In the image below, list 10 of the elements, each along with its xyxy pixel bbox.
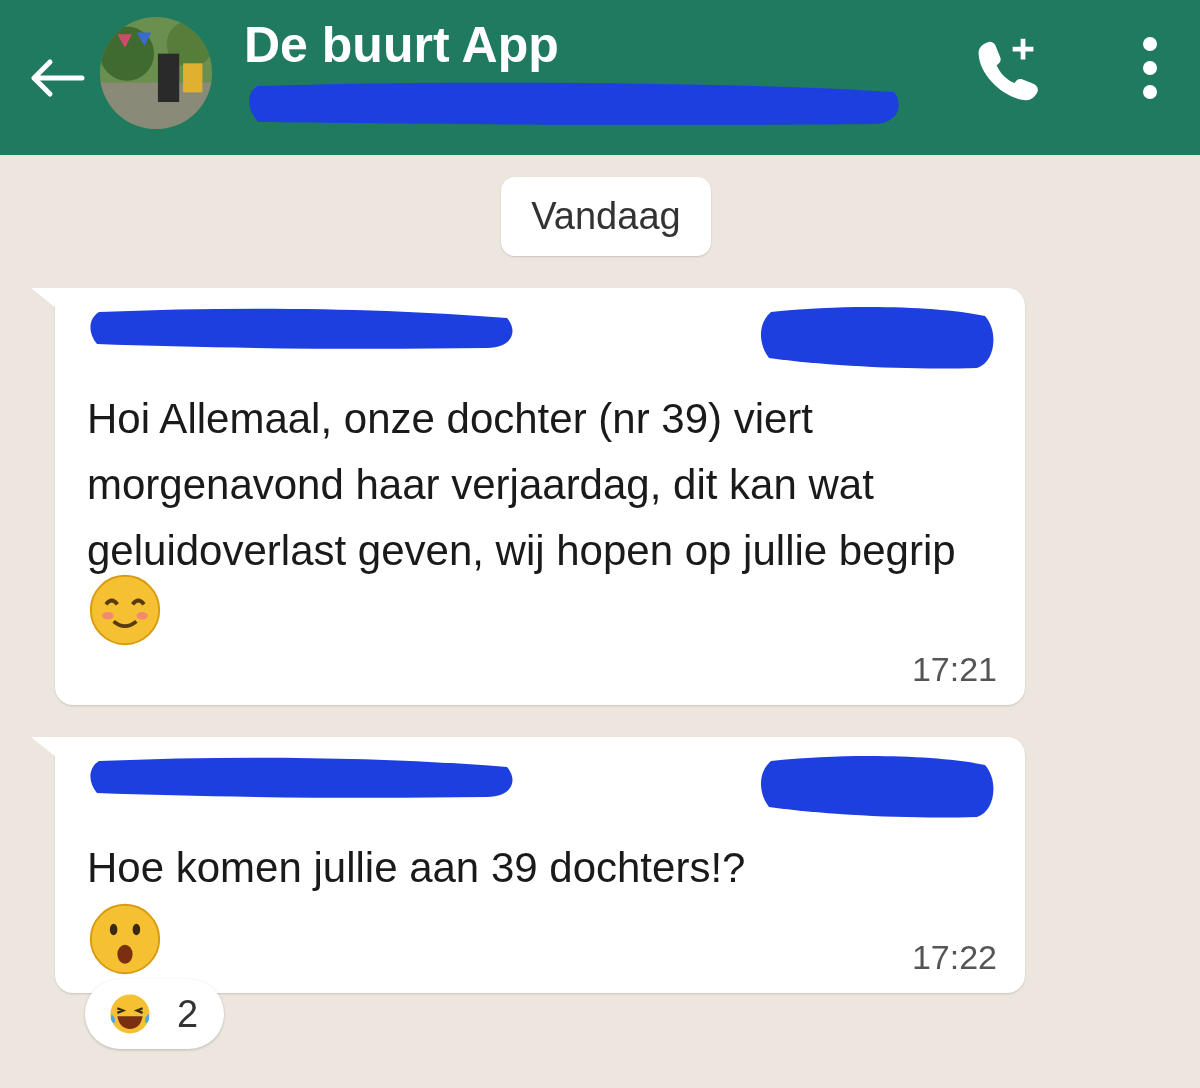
reaction-pill[interactable]: 2: [85, 979, 225, 1049]
more-options-icon[interactable]: [1140, 35, 1160, 100]
message-time: 17:22: [911, 938, 997, 977]
chat-title[interactable]: De buurt App: [244, 15, 974, 74]
date-chip: Vandaag: [501, 177, 711, 256]
message-text: Hoi Allemaal, onze dochter (nr 39) viert morgenavond haar verjaardag, dit kan wat geluidoverlast geven, wij hopen op jullie begrip: [87, 386, 967, 650]
message-time: 17:21: [911, 650, 997, 689]
reaction-count: 2: [177, 992, 199, 1036]
surprised-face-icon: [87, 901, 163, 977]
message-text: Hoe komen jullie aan 39 dochters!?: [87, 843, 747, 893]
